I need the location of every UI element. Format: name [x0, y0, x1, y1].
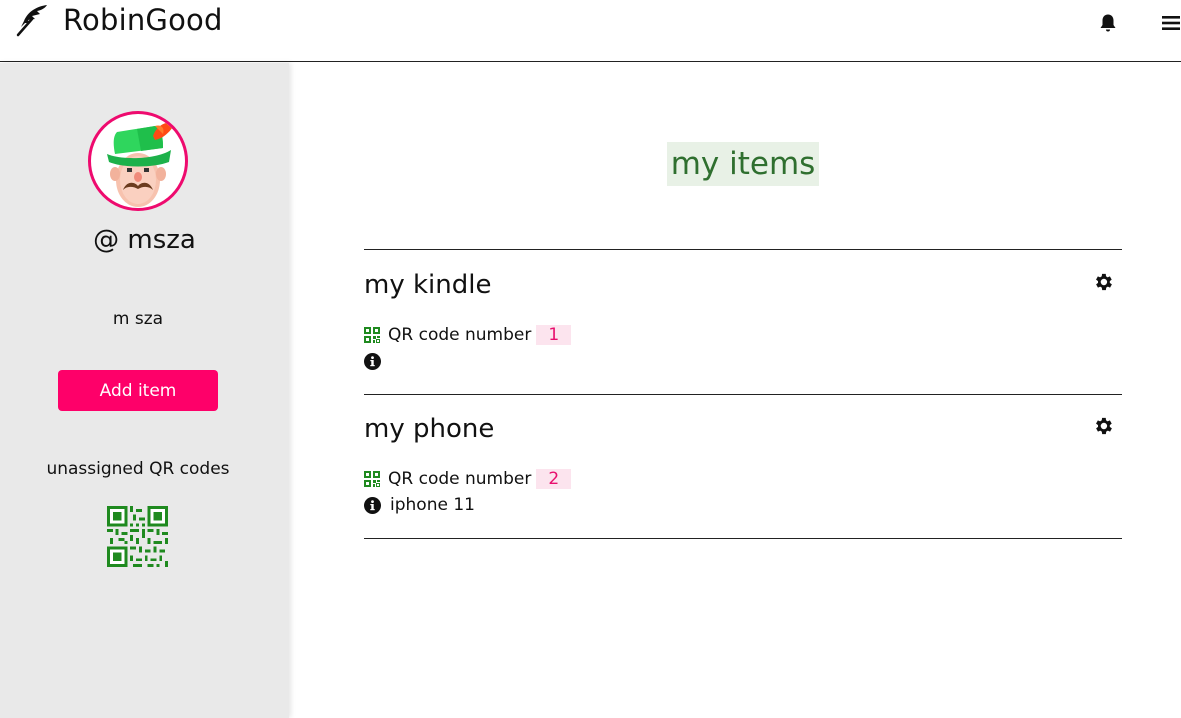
qr-code-label: QR code number [388, 469, 532, 489]
avatar[interactable] [88, 111, 188, 211]
info-icon [364, 352, 381, 370]
divider [364, 538, 1122, 539]
profile-sidebar: @ msza m sza Add item unassigned QR code… [0, 63, 289, 718]
top-header: RobinGood [0, 0, 1181, 62]
hamburger-menu-icon[interactable] [1162, 15, 1180, 31]
qr-code-number: 1 [536, 325, 572, 345]
qr-code-label: QR code number [388, 325, 532, 345]
bell-icon[interactable] [1098, 13, 1118, 33]
brand-name: RobinGood [63, 3, 223, 37]
info-icon [364, 496, 381, 514]
qr-code-row: QR code number 1 [364, 324, 572, 346]
qr-code-number: 2 [536, 469, 572, 489]
item-info: iphone 11 [390, 495, 475, 515]
gear-icon[interactable] [1092, 415, 1114, 437]
item-title[interactable]: my kindle [364, 270, 491, 300]
qr-code-icon [364, 471, 380, 487]
full-name: m sza [112, 309, 164, 329]
divider [364, 249, 1122, 250]
robin-hood-avatar-icon [107, 122, 175, 207]
info-row [364, 350, 390, 372]
add-item-button[interactable]: Add item [58, 370, 218, 411]
info-row: iphone 11 [364, 494, 475, 516]
qr-code-row: QR code number 2 [364, 468, 572, 490]
divider [364, 394, 1122, 395]
item-title[interactable]: my phone [364, 414, 494, 444]
page-title: my items [667, 142, 819, 186]
unassigned-qr-codes-label: unassigned QR codes [46, 459, 230, 479]
gear-icon[interactable] [1092, 271, 1114, 293]
qr-code-icon[interactable] [107, 506, 168, 567]
username: @ msza [93, 225, 196, 255]
qr-code-icon [364, 327, 380, 343]
feather-icon [16, 5, 47, 37]
brand[interactable]: RobinGood [16, 0, 223, 40]
